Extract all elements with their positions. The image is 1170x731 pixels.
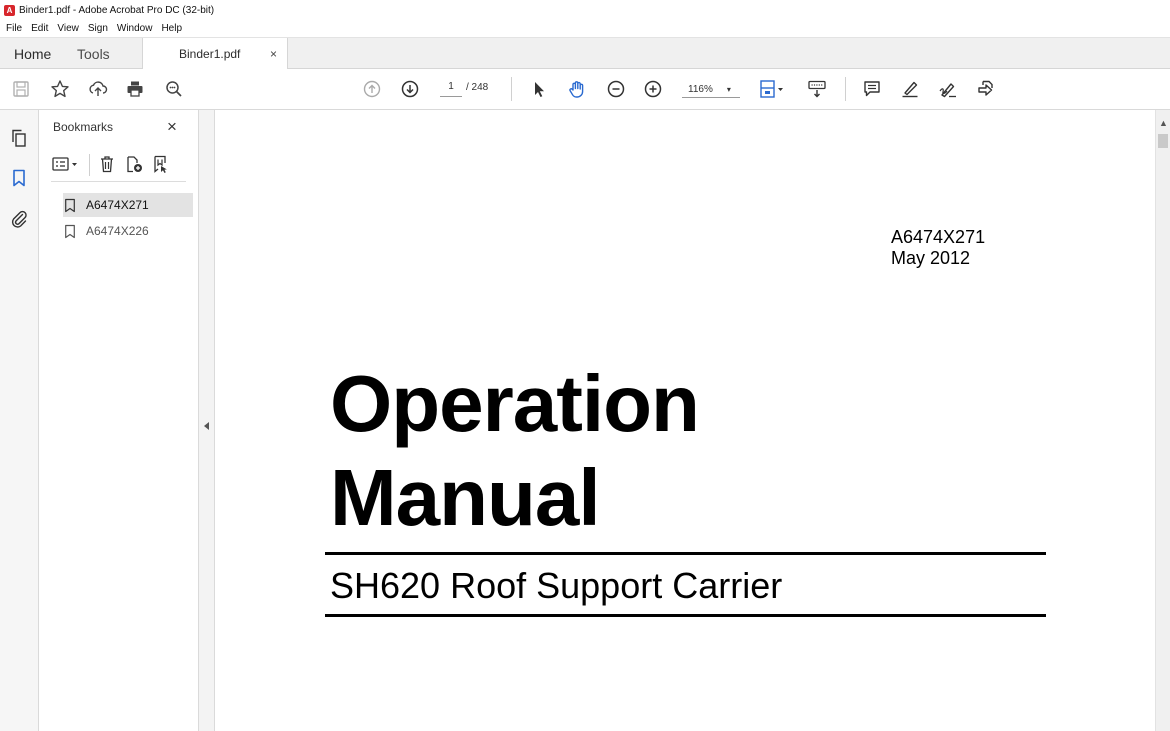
vertical-scrollbar[interactable]: ▲	[1155, 110, 1170, 731]
collapse-arrow-icon[interactable]	[204, 422, 209, 430]
menu-edit[interactable]: Edit	[31, 23, 48, 34]
chevron-down-icon: ▾	[726, 84, 731, 94]
tab-document[interactable]: Binder1.pdf ×	[142, 38, 288, 70]
bookmark-label: A6474X271	[86, 198, 149, 212]
select-cursor-icon[interactable]	[528, 78, 550, 100]
bookmarks-toolbar	[51, 150, 186, 182]
menu-sign[interactable]: Sign	[88, 23, 108, 34]
tab-bar: Home Tools Binder1.pdf ×	[0, 37, 1170, 70]
bookmark-item[interactable]: A6474X226	[63, 219, 193, 243]
document-view[interactable]: A6474X271 May 2012 Operation Manual SH62…	[215, 110, 1155, 731]
toolbar-divider	[511, 77, 512, 101]
tab-tools[interactable]: Tools	[77, 38, 110, 69]
toolbar-divider	[845, 77, 846, 101]
tab-home[interactable]: Home	[14, 38, 51, 69]
next-page-icon[interactable]	[399, 78, 421, 100]
zoom-in-icon[interactable]	[642, 78, 664, 100]
comment-icon[interactable]	[861, 78, 883, 100]
menu-bar: File Edit View Sign Window Help	[0, 20, 1170, 37]
tab-document-label: Binder1.pdf	[179, 47, 241, 61]
bookmark-item[interactable]: A6474X271	[63, 193, 193, 217]
find-zoom-icon[interactable]	[163, 78, 185, 100]
window-title: Binder1.pdf - Adobe Acrobat Pro DC (32-b…	[19, 4, 215, 16]
toolbar-divider	[89, 154, 90, 176]
document-subtitle: SH620 Roof Support Carrier	[330, 565, 783, 606]
share-edit-icon[interactable]	[975, 78, 997, 100]
panel-splitter[interactable]	[199, 110, 215, 731]
bookmarks-panel: Bookmarks × A6474X271 A6474X226	[39, 110, 199, 731]
zoom-level-dropdown[interactable]: 116% ▾	[682, 81, 740, 98]
title-rule-top	[325, 552, 1046, 555]
menu-view[interactable]: View	[57, 23, 79, 34]
previous-page-icon[interactable]	[361, 78, 383, 100]
bookmark-panel-icon[interactable]	[9, 168, 29, 188]
keyboard-scroll-icon[interactable]	[806, 78, 828, 100]
page-fit-icon[interactable]	[758, 78, 786, 100]
page-thumbnails-icon[interactable]	[9, 128, 29, 148]
main-toolbar: 1 / 248 116% ▾	[0, 69, 1170, 110]
new-bookmark-icon[interactable]	[124, 154, 144, 174]
bookmark-icon	[63, 224, 77, 239]
acrobat-icon: A	[4, 4, 15, 16]
scroll-up-icon[interactable]: ▲	[1159, 118, 1168, 128]
menu-window[interactable]: Window	[117, 23, 153, 34]
bookmark-options-icon[interactable]	[51, 154, 83, 174]
print-icon[interactable]	[124, 78, 146, 100]
delete-bookmark-icon[interactable]	[97, 154, 117, 174]
save-icon[interactable]	[10, 78, 32, 100]
menu-file[interactable]: File	[6, 23, 22, 34]
star-icon[interactable]	[49, 78, 71, 100]
document-date: May 2012	[891, 248, 971, 268]
document-title-line1: Operation	[330, 359, 700, 448]
hand-tool-icon[interactable]	[566, 78, 588, 100]
title-rule-bottom	[325, 614, 1046, 617]
fill-sign-icon[interactable]	[937, 78, 959, 100]
zoom-out-icon[interactable]	[605, 78, 627, 100]
document-title-line2: Manual	[330, 453, 601, 542]
close-tab-button[interactable]: ×	[270, 47, 277, 61]
bookmark-search-icon[interactable]	[151, 154, 171, 174]
page-number-input[interactable]: 1	[440, 81, 462, 97]
page-total: / 248	[466, 82, 489, 93]
cloud-upload-icon[interactable]	[87, 78, 109, 100]
bookmark-icon	[63, 198, 77, 213]
scrollbar-thumb[interactable]	[1158, 134, 1168, 148]
document-number: A6474X271	[891, 227, 986, 247]
close-panel-button[interactable]: ×	[167, 117, 177, 137]
zoom-level-value: 116%	[688, 83, 713, 95]
navigation-rail	[0, 110, 39, 731]
highlight-pen-icon[interactable]	[899, 78, 921, 100]
attachment-icon[interactable]	[9, 208, 29, 228]
title-bar: A Binder1.pdf - Adobe Acrobat Pro DC (32…	[0, 0, 1170, 20]
bookmark-label: A6474X226	[86, 224, 149, 238]
bookmarks-title: Bookmarks	[53, 120, 114, 134]
menu-help[interactable]: Help	[161, 23, 182, 34]
